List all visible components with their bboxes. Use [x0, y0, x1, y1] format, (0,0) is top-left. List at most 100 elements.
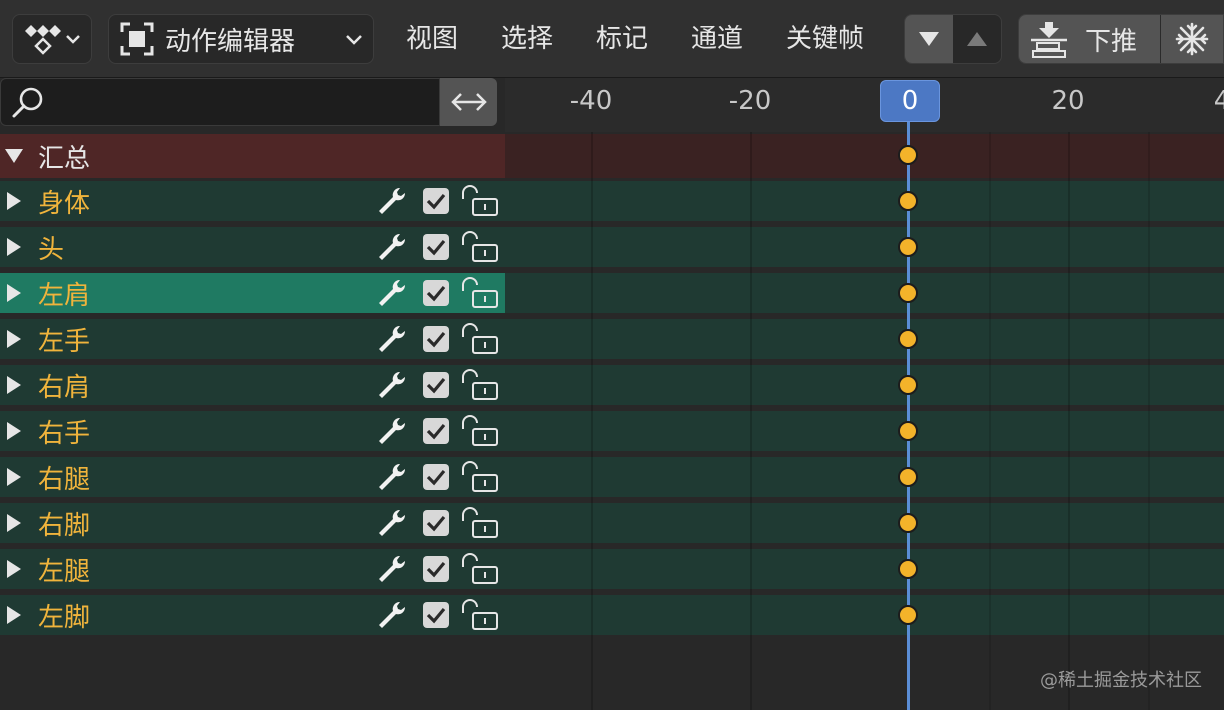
search-field[interactable] [0, 78, 440, 126]
wrench-icon [379, 601, 406, 628]
modifier-toggle[interactable] [376, 553, 408, 585]
triangle-right-icon [7, 192, 21, 210]
channel-row[interactable]: 右脚 [0, 503, 505, 543]
expand-toggle[interactable] [0, 467, 28, 487]
current-frame-indicator[interactable]: 0 [880, 80, 940, 122]
mute-checkbox[interactable] [422, 279, 450, 307]
expand-toggle[interactable] [0, 329, 28, 349]
triangle-right-icon [7, 468, 21, 486]
triangle-up-icon [967, 32, 987, 46]
ruler-tick: 20 [1051, 86, 1085, 116]
menu-keyframe[interactable]: 关键帧 [786, 14, 864, 64]
mute-checkbox[interactable] [422, 601, 450, 629]
mute-checkbox[interactable] [422, 509, 450, 537]
mode-selector[interactable] [12, 14, 92, 64]
frame-ruler[interactable] [505, 78, 1224, 132]
mute-checkbox[interactable] [422, 233, 450, 261]
modifier-toggle[interactable] [376, 369, 408, 401]
keyframe-point[interactable] [898, 605, 918, 625]
summary-row[interactable]: 汇总 [0, 134, 505, 178]
lock-toggle[interactable] [460, 369, 500, 401]
channel-row[interactable]: 头 [0, 227, 505, 267]
keyframe-point[interactable] [898, 375, 918, 395]
menu-channel[interactable]: 通道 [691, 14, 743, 64]
channel-row[interactable]: 身体 [0, 181, 505, 221]
invert-filter-button[interactable] [440, 78, 497, 126]
push-down-button[interactable]: 下推 [1019, 15, 1160, 63]
expand-toggle[interactable] [0, 605, 28, 625]
mute-checkbox[interactable] [422, 463, 450, 491]
lock-toggle[interactable] [460, 277, 500, 309]
mute-checkbox[interactable] [422, 371, 450, 399]
channel-controls [376, 365, 500, 405]
mute-checkbox[interactable] [422, 187, 450, 215]
expand-toggle[interactable] [0, 148, 28, 164]
channel-row[interactable]: 右腿 [0, 457, 505, 497]
modifier-toggle[interactable] [376, 231, 408, 263]
lock-toggle[interactable] [460, 553, 500, 585]
lock-toggle[interactable] [460, 507, 500, 539]
menu-view[interactable]: 视图 [406, 14, 458, 64]
checkbox-checked-icon [423, 188, 449, 214]
channel-row[interactable]: 左肩 [0, 273, 505, 313]
channel-controls [376, 273, 500, 313]
channel-label: 左脚 [38, 602, 91, 633]
triangle-right-icon [7, 514, 21, 532]
keyframe-point[interactable] [898, 237, 918, 257]
wrench-icon [379, 417, 406, 444]
menu-select[interactable]: 选择 [501, 14, 553, 64]
expand-toggle[interactable] [0, 513, 28, 533]
channel-label: 右脚 [38, 510, 91, 541]
lock-toggle[interactable] [460, 185, 500, 217]
expand-toggle[interactable] [0, 375, 28, 395]
keyframe-point[interactable] [898, 329, 918, 349]
lock-toggle[interactable] [460, 415, 500, 447]
lock-toggle[interactable] [460, 461, 500, 493]
checkbox-checked-icon [423, 234, 449, 260]
expand-toggle[interactable] [0, 191, 28, 211]
keyframe-point[interactable] [898, 421, 918, 441]
mute-checkbox[interactable] [422, 555, 450, 583]
modifier-toggle[interactable] [376, 323, 408, 355]
keyframe-point[interactable] [898, 513, 918, 533]
push-down-label: 下推 [1085, 26, 1138, 57]
keyframe-point[interactable] [898, 467, 918, 487]
channel-row[interactable]: 右手 [0, 411, 505, 451]
stash-button[interactable] [1159, 15, 1223, 63]
search-input[interactable] [53, 85, 427, 121]
channel-row[interactable]: 左腿 [0, 549, 505, 589]
keyframe-point[interactable] [898, 559, 918, 579]
mute-checkbox[interactable] [422, 417, 450, 445]
jump-down-button[interactable] [905, 15, 953, 63]
editor-type-dropdown[interactable]: 动作编辑器 [108, 14, 374, 64]
expand-toggle[interactable] [0, 421, 28, 441]
channel-label: 左腿 [38, 556, 91, 587]
modifier-toggle[interactable] [376, 599, 408, 631]
triangle-right-icon [7, 238, 21, 256]
mute-checkbox[interactable] [422, 325, 450, 353]
snowflake-icon [1175, 22, 1209, 56]
modifier-toggle[interactable] [376, 277, 408, 309]
modifier-toggle[interactable] [376, 461, 408, 493]
modifier-toggle[interactable] [376, 185, 408, 217]
channel-row[interactable]: 左脚 [0, 595, 505, 635]
lock-toggle[interactable] [460, 323, 500, 355]
keyframe-point[interactable] [898, 283, 918, 303]
modifier-toggle[interactable] [376, 415, 408, 447]
channel-row[interactable]: 右肩 [0, 365, 505, 405]
modifier-toggle[interactable] [376, 507, 408, 539]
keyframe-point[interactable] [898, 191, 918, 211]
expand-toggle[interactable] [0, 559, 28, 579]
expand-toggle[interactable] [0, 237, 28, 257]
keyframe-point[interactable] [898, 145, 918, 165]
triangle-right-icon [7, 284, 21, 302]
lock-toggle[interactable] [460, 231, 500, 263]
channel-strip [505, 319, 1224, 359]
jump-up-button[interactable] [953, 15, 1001, 63]
menu-marker[interactable]: 标记 [596, 14, 648, 64]
triangle-right-icon [7, 606, 21, 624]
lock-toggle[interactable] [460, 599, 500, 631]
channel-row[interactable]: 左手 [0, 319, 505, 359]
expand-toggle[interactable] [0, 283, 28, 303]
editor-header: 动作编辑器 视图 选择 标记 通道 关键帧 下推 [0, 0, 1224, 78]
